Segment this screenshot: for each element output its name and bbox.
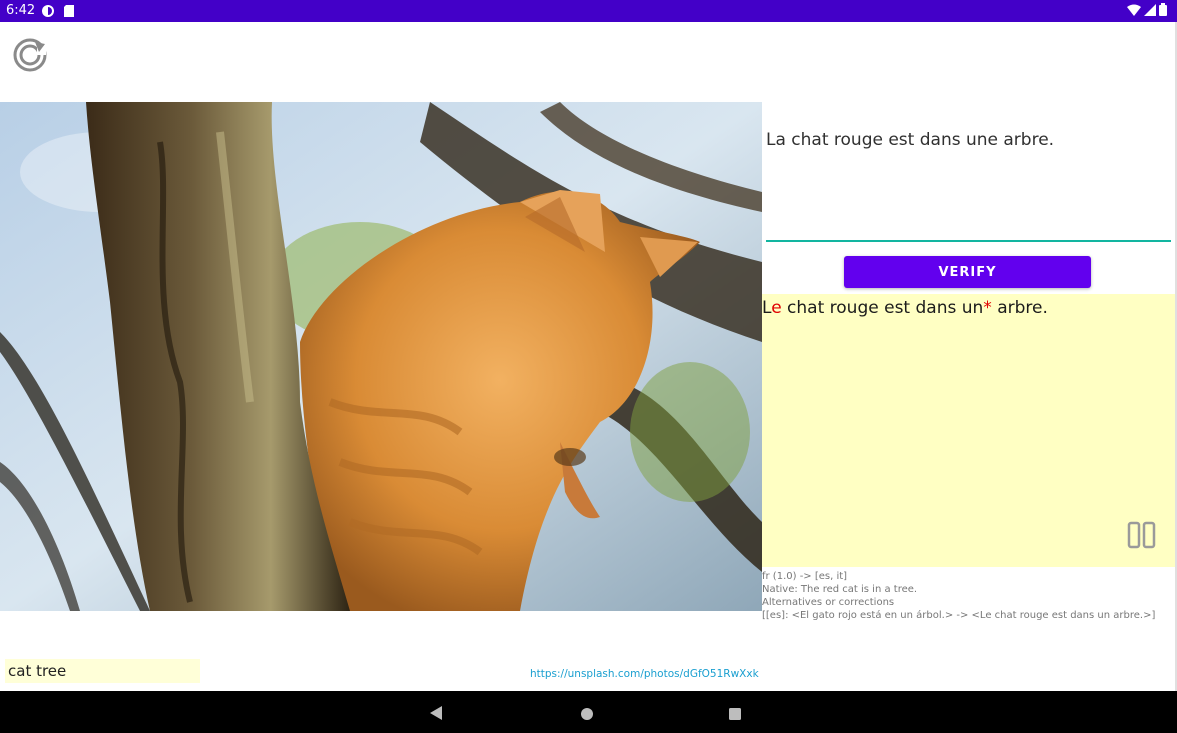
result-error-segment: e — [771, 298, 782, 318]
result-error-segment: * — [983, 298, 992, 318]
status-bar: 6:42 — [0, 0, 1177, 22]
recent-apps-icon[interactable] — [728, 706, 742, 725]
navigation-bar — [0, 691, 1177, 733]
signal-icon — [1144, 3, 1156, 20]
back-icon[interactable] — [428, 705, 444, 725]
verify-button[interactable]: VERIFY — [844, 256, 1091, 288]
corrected-sentence: Le chat rouge est dans un* arbre. — [762, 298, 1048, 318]
orange-cat-in-tree-image — [0, 102, 762, 611]
language-pair: fr (1.0) -> [es, it] — [762, 571, 848, 582]
result-segment: arbre. — [991, 298, 1048, 318]
battery-icon — [1159, 3, 1167, 20]
answer-input[interactable]: La chat rouge est dans une arbre. — [766, 130, 1171, 150]
result-segment: chat rouge est dans un — [781, 298, 984, 318]
alternatives-list: [[es]: <El gato rojo está en un árbol.> … — [762, 610, 1156, 621]
wifi-icon — [1127, 4, 1141, 20]
status-icons — [1127, 3, 1167, 20]
native-translation: Native: The red cat is in a tree. — [762, 584, 918, 595]
status-time: 6:42 — [6, 3, 36, 18]
input-underline — [766, 240, 1171, 242]
image-tag-label: cat tree — [8, 662, 67, 680]
pause-icon[interactable] — [1127, 521, 1157, 549]
correction-panel: Le chat rouge est dans un* arbre. — [762, 294, 1175, 567]
home-icon[interactable] — [580, 706, 594, 725]
image-tag: cat tree — [5, 659, 200, 683]
translation-info: fr (1.0) -> [es, it] Native: The red cat… — [762, 570, 1155, 622]
alternatives-heading: Alternatives or corrections — [762, 597, 895, 608]
refresh-button[interactable] — [11, 36, 49, 74]
data-saver-icon — [41, 4, 55, 22]
sd-card-icon — [63, 4, 75, 22]
photo-source-link[interactable]: https://unsplash.com/photos/dGfO51RwXxk — [530, 668, 759, 680]
refresh-icon — [13, 38, 47, 72]
result-segment: L — [762, 298, 772, 318]
